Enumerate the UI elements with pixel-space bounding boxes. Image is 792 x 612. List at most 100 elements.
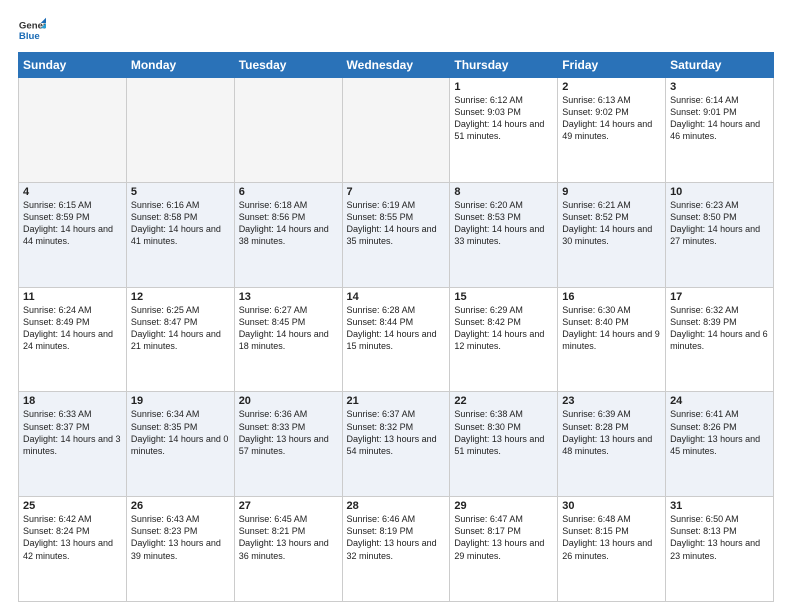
calendar-cell: 30Sunrise: 6:48 AM Sunset: 8:15 PM Dayli… xyxy=(558,497,666,602)
calendar-cell: 29Sunrise: 6:47 AM Sunset: 8:17 PM Dayli… xyxy=(450,497,558,602)
weekday-header-friday: Friday xyxy=(558,53,666,78)
day-detail: Sunrise: 6:42 AM Sunset: 8:24 PM Dayligh… xyxy=(23,513,122,562)
weekday-header-sunday: Sunday xyxy=(19,53,127,78)
day-detail: Sunrise: 6:13 AM Sunset: 9:02 PM Dayligh… xyxy=(562,94,661,143)
day-number: 1 xyxy=(454,81,553,93)
day-number: 20 xyxy=(239,395,338,407)
calendar-cell: 7Sunrise: 6:19 AM Sunset: 8:55 PM Daylig… xyxy=(342,182,450,287)
calendar-cell: 16Sunrise: 6:30 AM Sunset: 8:40 PM Dayli… xyxy=(558,287,666,392)
day-number: 11 xyxy=(23,291,122,303)
day-number: 14 xyxy=(347,291,446,303)
day-detail: Sunrise: 6:21 AM Sunset: 8:52 PM Dayligh… xyxy=(562,199,661,248)
weekday-header-tuesday: Tuesday xyxy=(234,53,342,78)
calendar-cell xyxy=(342,78,450,183)
day-detail: Sunrise: 6:16 AM Sunset: 8:58 PM Dayligh… xyxy=(131,199,230,248)
calendar-cell: 14Sunrise: 6:28 AM Sunset: 8:44 PM Dayli… xyxy=(342,287,450,392)
day-detail: Sunrise: 6:12 AM Sunset: 9:03 PM Dayligh… xyxy=(454,94,553,143)
day-detail: Sunrise: 6:32 AM Sunset: 8:39 PM Dayligh… xyxy=(670,304,769,353)
day-detail: Sunrise: 6:29 AM Sunset: 8:42 PM Dayligh… xyxy=(454,304,553,353)
day-detail: Sunrise: 6:33 AM Sunset: 8:37 PM Dayligh… xyxy=(23,408,122,457)
day-detail: Sunrise: 6:20 AM Sunset: 8:53 PM Dayligh… xyxy=(454,199,553,248)
day-number: 22 xyxy=(454,395,553,407)
day-number: 18 xyxy=(23,395,122,407)
day-number: 5 xyxy=(131,186,230,198)
day-detail: Sunrise: 6:39 AM Sunset: 8:28 PM Dayligh… xyxy=(562,408,661,457)
calendar-cell: 9Sunrise: 6:21 AM Sunset: 8:52 PM Daylig… xyxy=(558,182,666,287)
day-number: 16 xyxy=(562,291,661,303)
calendar-cell: 18Sunrise: 6:33 AM Sunset: 8:37 PM Dayli… xyxy=(19,392,127,497)
day-detail: Sunrise: 6:41 AM Sunset: 8:26 PM Dayligh… xyxy=(670,408,769,457)
calendar-cell: 20Sunrise: 6:36 AM Sunset: 8:33 PM Dayli… xyxy=(234,392,342,497)
day-number: 12 xyxy=(131,291,230,303)
weekday-header-monday: Monday xyxy=(126,53,234,78)
calendar-cell: 11Sunrise: 6:24 AM Sunset: 8:49 PM Dayli… xyxy=(19,287,127,392)
day-number: 13 xyxy=(239,291,338,303)
logo-icon: General Blue xyxy=(18,16,46,44)
day-detail: Sunrise: 6:50 AM Sunset: 8:13 PM Dayligh… xyxy=(670,513,769,562)
day-detail: Sunrise: 6:48 AM Sunset: 8:15 PM Dayligh… xyxy=(562,513,661,562)
day-detail: Sunrise: 6:47 AM Sunset: 8:17 PM Dayligh… xyxy=(454,513,553,562)
calendar-cell: 22Sunrise: 6:38 AM Sunset: 8:30 PM Dayli… xyxy=(450,392,558,497)
day-number: 15 xyxy=(454,291,553,303)
day-number: 30 xyxy=(562,500,661,512)
day-number: 8 xyxy=(454,186,553,198)
calendar-cell xyxy=(19,78,127,183)
weekday-header-wednesday: Wednesday xyxy=(342,53,450,78)
calendar-week-2: 4Sunrise: 6:15 AM Sunset: 8:59 PM Daylig… xyxy=(19,182,774,287)
day-detail: Sunrise: 6:24 AM Sunset: 8:49 PM Dayligh… xyxy=(23,304,122,353)
day-detail: Sunrise: 6:15 AM Sunset: 8:59 PM Dayligh… xyxy=(23,199,122,248)
day-detail: Sunrise: 6:25 AM Sunset: 8:47 PM Dayligh… xyxy=(131,304,230,353)
calendar-cell: 3Sunrise: 6:14 AM Sunset: 9:01 PM Daylig… xyxy=(666,78,774,183)
calendar-cell: 23Sunrise: 6:39 AM Sunset: 8:28 PM Dayli… xyxy=(558,392,666,497)
calendar-cell xyxy=(126,78,234,183)
day-number: 27 xyxy=(239,500,338,512)
day-number: 25 xyxy=(23,500,122,512)
logo: General Blue xyxy=(18,16,50,44)
day-detail: Sunrise: 6:43 AM Sunset: 8:23 PM Dayligh… xyxy=(131,513,230,562)
calendar-cell xyxy=(234,78,342,183)
calendar-cell: 1Sunrise: 6:12 AM Sunset: 9:03 PM Daylig… xyxy=(450,78,558,183)
day-number: 17 xyxy=(670,291,769,303)
day-detail: Sunrise: 6:28 AM Sunset: 8:44 PM Dayligh… xyxy=(347,304,446,353)
calendar-cell: 5Sunrise: 6:16 AM Sunset: 8:58 PM Daylig… xyxy=(126,182,234,287)
day-number: 10 xyxy=(670,186,769,198)
calendar-cell: 4Sunrise: 6:15 AM Sunset: 8:59 PM Daylig… xyxy=(19,182,127,287)
day-detail: Sunrise: 6:27 AM Sunset: 8:45 PM Dayligh… xyxy=(239,304,338,353)
page: General Blue SundayMondayTuesdayWednesda… xyxy=(0,0,792,612)
day-detail: Sunrise: 6:45 AM Sunset: 8:21 PM Dayligh… xyxy=(239,513,338,562)
calendar-cell: 25Sunrise: 6:42 AM Sunset: 8:24 PM Dayli… xyxy=(19,497,127,602)
day-number: 23 xyxy=(562,395,661,407)
day-detail: Sunrise: 6:30 AM Sunset: 8:40 PM Dayligh… xyxy=(562,304,661,353)
day-detail: Sunrise: 6:37 AM Sunset: 8:32 PM Dayligh… xyxy=(347,408,446,457)
calendar-week-1: 1Sunrise: 6:12 AM Sunset: 9:03 PM Daylig… xyxy=(19,78,774,183)
calendar-cell: 27Sunrise: 6:45 AM Sunset: 8:21 PM Dayli… xyxy=(234,497,342,602)
calendar-cell: 13Sunrise: 6:27 AM Sunset: 8:45 PM Dayli… xyxy=(234,287,342,392)
calendar-cell: 10Sunrise: 6:23 AM Sunset: 8:50 PM Dayli… xyxy=(666,182,774,287)
day-detail: Sunrise: 6:19 AM Sunset: 8:55 PM Dayligh… xyxy=(347,199,446,248)
day-number: 19 xyxy=(131,395,230,407)
weekday-header-row: SundayMondayTuesdayWednesdayThursdayFrid… xyxy=(19,53,774,78)
calendar-cell: 31Sunrise: 6:50 AM Sunset: 8:13 PM Dayli… xyxy=(666,497,774,602)
day-detail: Sunrise: 6:46 AM Sunset: 8:19 PM Dayligh… xyxy=(347,513,446,562)
day-number: 24 xyxy=(670,395,769,407)
header: General Blue xyxy=(18,16,774,44)
calendar-week-5: 25Sunrise: 6:42 AM Sunset: 8:24 PM Dayli… xyxy=(19,497,774,602)
day-number: 29 xyxy=(454,500,553,512)
calendar-cell: 8Sunrise: 6:20 AM Sunset: 8:53 PM Daylig… xyxy=(450,182,558,287)
calendar-week-3: 11Sunrise: 6:24 AM Sunset: 8:49 PM Dayli… xyxy=(19,287,774,392)
calendar-cell: 21Sunrise: 6:37 AM Sunset: 8:32 PM Dayli… xyxy=(342,392,450,497)
calendar-cell: 19Sunrise: 6:34 AM Sunset: 8:35 PM Dayli… xyxy=(126,392,234,497)
calendar-cell: 6Sunrise: 6:18 AM Sunset: 8:56 PM Daylig… xyxy=(234,182,342,287)
day-number: 3 xyxy=(670,81,769,93)
day-number: 6 xyxy=(239,186,338,198)
day-number: 9 xyxy=(562,186,661,198)
day-detail: Sunrise: 6:36 AM Sunset: 8:33 PM Dayligh… xyxy=(239,408,338,457)
calendar-cell: 2Sunrise: 6:13 AM Sunset: 9:02 PM Daylig… xyxy=(558,78,666,183)
calendar-cell: 24Sunrise: 6:41 AM Sunset: 8:26 PM Dayli… xyxy=(666,392,774,497)
day-detail: Sunrise: 6:14 AM Sunset: 9:01 PM Dayligh… xyxy=(670,94,769,143)
day-detail: Sunrise: 6:38 AM Sunset: 8:30 PM Dayligh… xyxy=(454,408,553,457)
weekday-header-thursday: Thursday xyxy=(450,53,558,78)
day-number: 21 xyxy=(347,395,446,407)
calendar-cell: 15Sunrise: 6:29 AM Sunset: 8:42 PM Dayli… xyxy=(450,287,558,392)
weekday-header-saturday: Saturday xyxy=(666,53,774,78)
